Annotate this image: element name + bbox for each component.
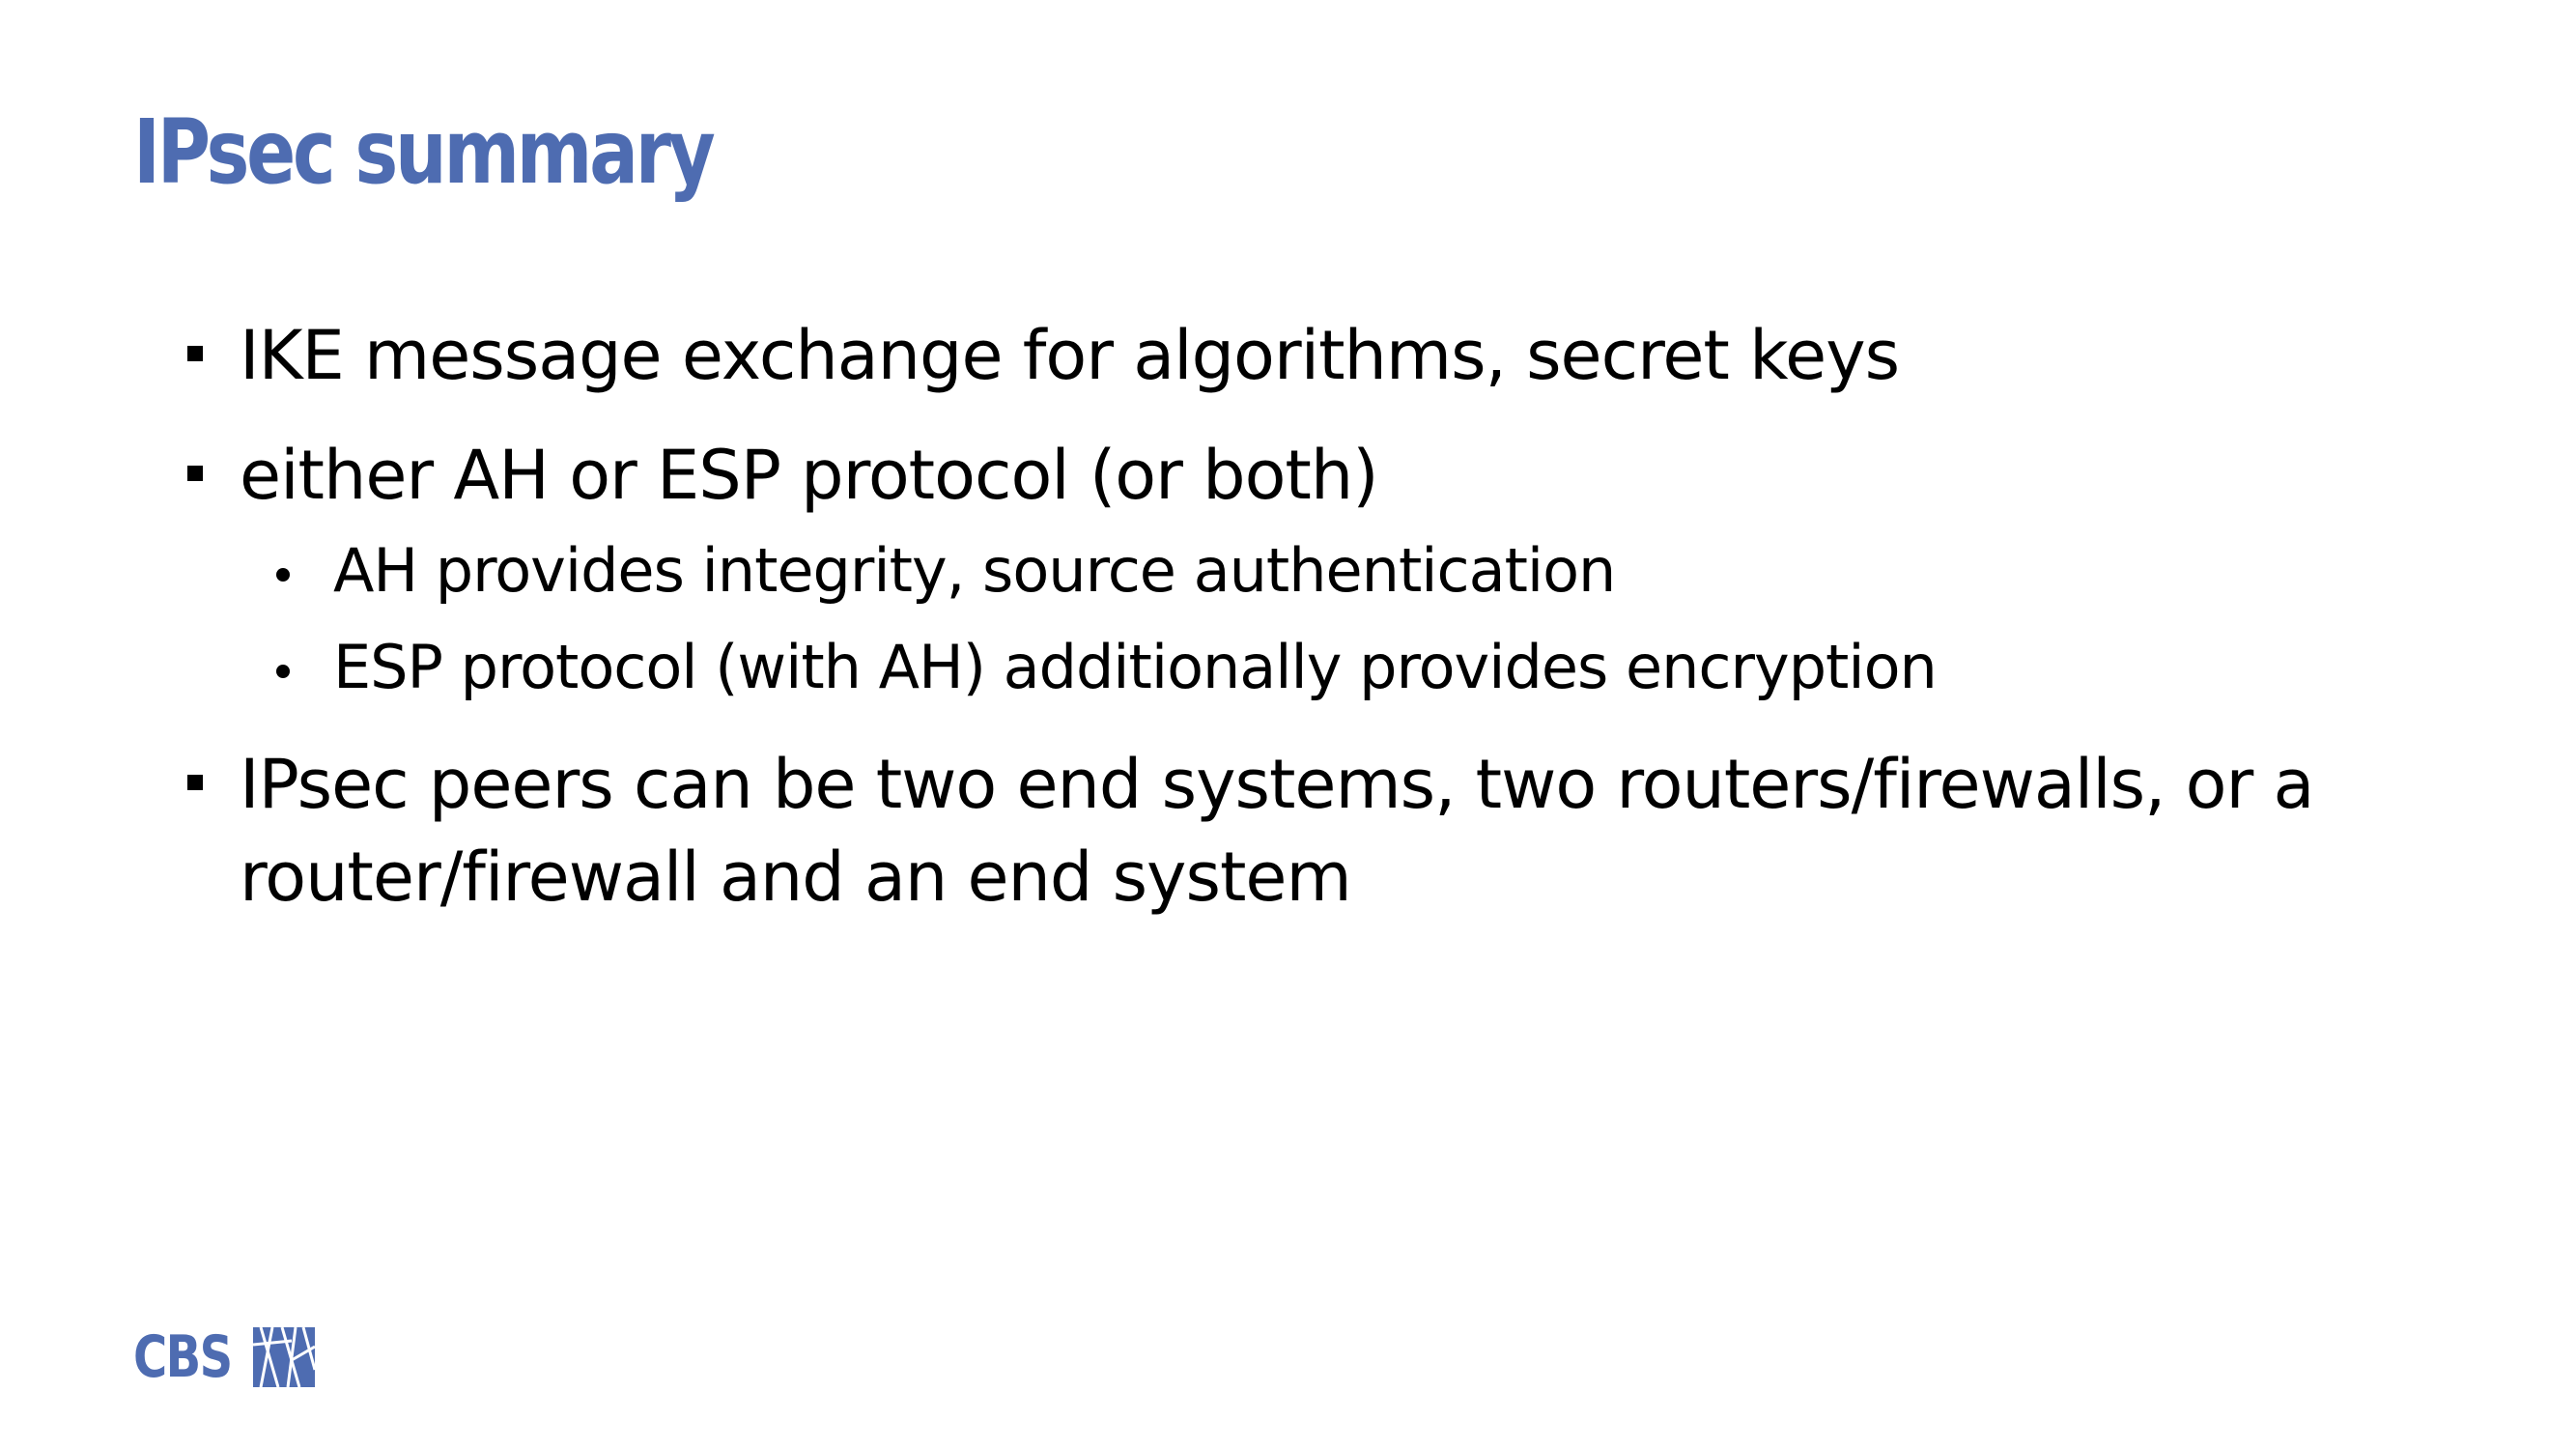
round-bullet-icon	[276, 568, 290, 582]
cbs-logo: CBS	[133, 1327, 315, 1387]
square-bullet-icon	[187, 346, 203, 361]
bullet-text: either AH or ESP protocol (or both)	[240, 436, 1379, 515]
round-bullet-icon	[276, 665, 290, 678]
bullet-list: IKE message exchange for algorithms, sec…	[184, 309, 2453, 923]
logo-text: CBS	[133, 1323, 233, 1391]
sub-bullet-item: ESP protocol (with AH) additionally prov…	[184, 620, 2453, 715]
bullet-text: IKE message exchange for algorithms, sec…	[240, 316, 1900, 395]
bullet-text: IPsec peers can be two end systems, two …	[240, 745, 2314, 917]
cbs-logo-mark-icon	[253, 1327, 315, 1387]
bullet-item: either AH or ESP protocol (or both)	[184, 429, 2453, 522]
bullet-item: IKE message exchange for algorithms, sec…	[184, 309, 2453, 402]
slide: IPsec summary IKE message exchange for a…	[0, 0, 2576, 1449]
sub-bullet-text: AH provides integrity, source authentica…	[333, 535, 1616, 606]
sub-bullet-item: AH provides integrity, source authentica…	[184, 524, 2453, 618]
square-bullet-icon	[187, 466, 203, 481]
bullet-item: IPsec peers can be two end systems, two …	[184, 738, 2453, 923]
slide-title: IPsec summary	[133, 100, 716, 204]
square-bullet-icon	[187, 775, 203, 790]
sub-bullet-text: ESP protocol (with AH) additionally prov…	[333, 632, 1938, 702]
